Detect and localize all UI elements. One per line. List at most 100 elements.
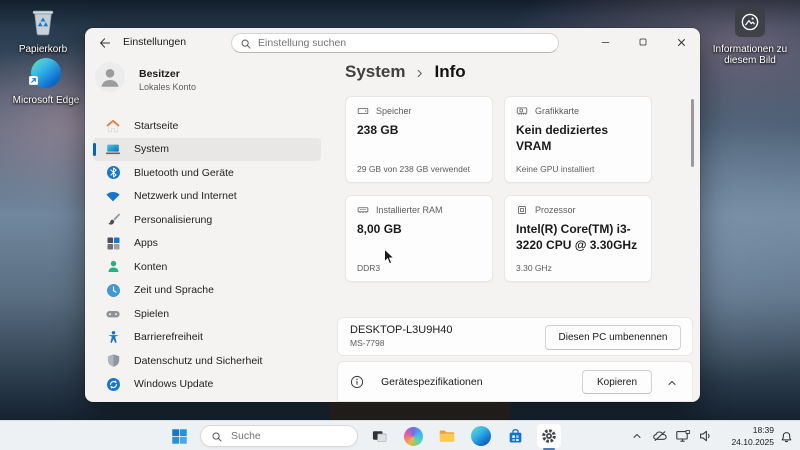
sidebar-item-label: System <box>134 143 170 156</box>
system-icon <box>105 141 121 157</box>
sidebar-item-barrierefreiheit[interactable]: Barrierefreiheit <box>93 326 321 350</box>
sidebar-item-zeit-und-sprache[interactable]: Zeit und Sprache <box>93 279 321 303</box>
settings-search-input[interactable] <box>231 33 559 53</box>
user-name: Besitzer <box>139 67 180 80</box>
network-monitor-icon[interactable] <box>675 428 691 444</box>
shortcut-arrow-icon <box>28 72 39 90</box>
desktop-icon-edge[interactable]: Microsoft Edge <box>7 58 85 106</box>
system-tray <box>629 428 714 444</box>
settings-gear-icon <box>540 427 558 445</box>
settings-search <box>231 33 559 53</box>
breadcrumb-parent[interactable]: System <box>345 62 405 82</box>
volume-icon[interactable] <box>698 428 714 444</box>
user-block[interactable]: Besitzer Lokales Konto <box>95 62 196 97</box>
gaming-icon <box>105 306 121 322</box>
home-icon <box>105 118 121 134</box>
breadcrumb: System Info <box>345 62 466 82</box>
card-title: Grafikkarte <box>535 106 580 116</box>
card-value: Intel(R) Core(TM) i3-3220 CPU @ 3.30GHz <box>516 222 638 253</box>
start-button[interactable] <box>168 426 190 446</box>
taskbar-app-settings-gear[interactable] <box>536 423 562 450</box>
device-specs-label: Gerätespezifikationen <box>381 375 483 388</box>
sidebar-item-label: Spielen <box>134 307 170 320</box>
user-subtitle: Lokales Konto <box>139 81 197 92</box>
avatar <box>95 62 125 97</box>
taskbar-app-store[interactable] <box>502 423 528 449</box>
close-button[interactable] <box>662 28 700 56</box>
info-circle-icon <box>350 375 364 389</box>
desktop-icon-recycle-bin[interactable]: Papierkorb <box>4 5 82 55</box>
sidebar-item-label: Apps <box>134 237 158 250</box>
taskbar-app-task-view[interactable] <box>366 423 392 449</box>
bell-icon[interactable] <box>779 429 794 449</box>
chevron-right-icon <box>414 68 425 79</box>
personalization-icon <box>105 212 121 228</box>
taskbar-app-edge[interactable] <box>468 423 494 449</box>
explorer-icon <box>438 427 456 445</box>
sidebar-item-netzwerk-und-internet[interactable]: Netzwerk und Internet <box>93 185 321 209</box>
sidebar-item-system[interactable]: System <box>93 137 321 161</box>
chevron-up-icon[interactable] <box>629 428 645 444</box>
maximize-button[interactable] <box>624 28 662 56</box>
sidebar-item-apps[interactable]: Apps <box>93 232 321 256</box>
sidebar-item-label: Bluetooth und Geräte <box>134 166 234 179</box>
chevron-up-icon[interactable] <box>666 376 678 394</box>
taskbar-app-explorer[interactable] <box>434 423 460 449</box>
sidebar-item-label: Startseite <box>134 119 179 132</box>
card-value: 8,00 GB <box>357 222 402 236</box>
network-icon <box>105 188 121 204</box>
desktop-icon-label: Papierkorb <box>18 44 68 55</box>
spec-card-speicher: Speicher 238 GB 29 GB von 238 GB verwendet <box>345 96 493 183</box>
bluetooth-icon <box>105 165 121 181</box>
cpu-icon <box>516 204 528 216</box>
sidebar-item-konten[interactable]: Konten <box>93 255 321 279</box>
copy-button[interactable]: Kopieren <box>582 370 652 394</box>
edge-icon <box>471 426 491 446</box>
ram-icon <box>357 204 369 216</box>
rename-pc-button[interactable]: Diesen PC umbenennen <box>545 325 681 350</box>
taskbar-clock[interactable]: 18:39 24.10.2025 <box>731 424 774 448</box>
card-title: Prozessor <box>535 205 576 215</box>
accessibility-icon <box>105 329 121 345</box>
taskbar-app-copilot[interactable] <box>400 423 426 449</box>
spec-card-installierter-ram: Installierter RAM 8,00 GB DDR3 <box>345 195 493 282</box>
search-icon <box>211 430 223 448</box>
sidebar-item-spielen[interactable]: Spielen <box>93 302 321 326</box>
sidebar-item-bluetooth-und-geräte[interactable]: Bluetooth und Geräte <box>93 161 321 185</box>
desktop-icon-label: Informationen zu diesem Bild <box>712 44 788 66</box>
taskbar-apps <box>366 423 562 450</box>
desktop: Papierkorb Microsoft Edge Informationen … <box>0 0 800 450</box>
card-value: Kein dediziertes VRAM <box>516 123 609 154</box>
minimize-button[interactable] <box>586 28 624 56</box>
spec-card-prozessor: Prozessor Intel(R) Core(TM) i3-3220 CPU @… <box>504 195 652 282</box>
back-button[interactable] <box>95 34 115 51</box>
sidebar-item-label: Personalisierung <box>134 213 213 226</box>
sidebar-item-personalisierung[interactable]: Personalisierung <box>93 208 321 232</box>
task-view-icon <box>371 428 388 445</box>
window-title: Einstellungen <box>123 36 187 48</box>
sidebar-item-windows-update[interactable]: Windows Update <box>93 373 321 397</box>
scrollbar[interactable] <box>691 99 694 167</box>
taskbar: 18:39 24.10.2025 <box>0 420 800 450</box>
device-specs-row[interactable]: Gerätespezifikationen Kopieren <box>337 361 693 402</box>
sidebar-item-label: Netzwerk und Internet <box>134 190 237 203</box>
privacy-icon <box>105 353 121 369</box>
taskbar-search-input[interactable] <box>200 425 358 447</box>
settings-window: Einstellungen Besitzer Lokales Konto Sta… <box>85 28 700 402</box>
time-language-icon <box>105 282 121 298</box>
clock-date: 24.10.2025 <box>731 437 774 447</box>
sidebar-item-label: Datenschutz und Sicherheit <box>134 354 263 367</box>
sidebar-item-label: Barrierefreiheit <box>134 331 203 344</box>
card-title: Installierter RAM <box>376 205 443 215</box>
clock-time: 18:39 <box>752 425 774 435</box>
onedrive-cloud-icon[interactable] <box>652 428 668 444</box>
sidebar-item-label: Zeit und Sprache <box>134 284 214 297</box>
store-icon <box>507 428 524 445</box>
titlebar: Einstellungen <box>85 28 700 56</box>
desktop-icon-label: Microsoft Edge <box>12 95 80 106</box>
card-footer: DDR3 <box>357 263 381 273</box>
desktop-icon-image-info[interactable]: Informationen zu diesem Bild <box>711 7 789 66</box>
sidebar-item-startseite[interactable]: Startseite <box>93 114 321 138</box>
spec-cards: Speicher 238 GB 29 GB von 238 GB verwendet… <box>345 96 652 282</box>
sidebar-item-datenschutz-und-sicherheit[interactable]: Datenschutz und Sicherheit <box>93 349 321 373</box>
